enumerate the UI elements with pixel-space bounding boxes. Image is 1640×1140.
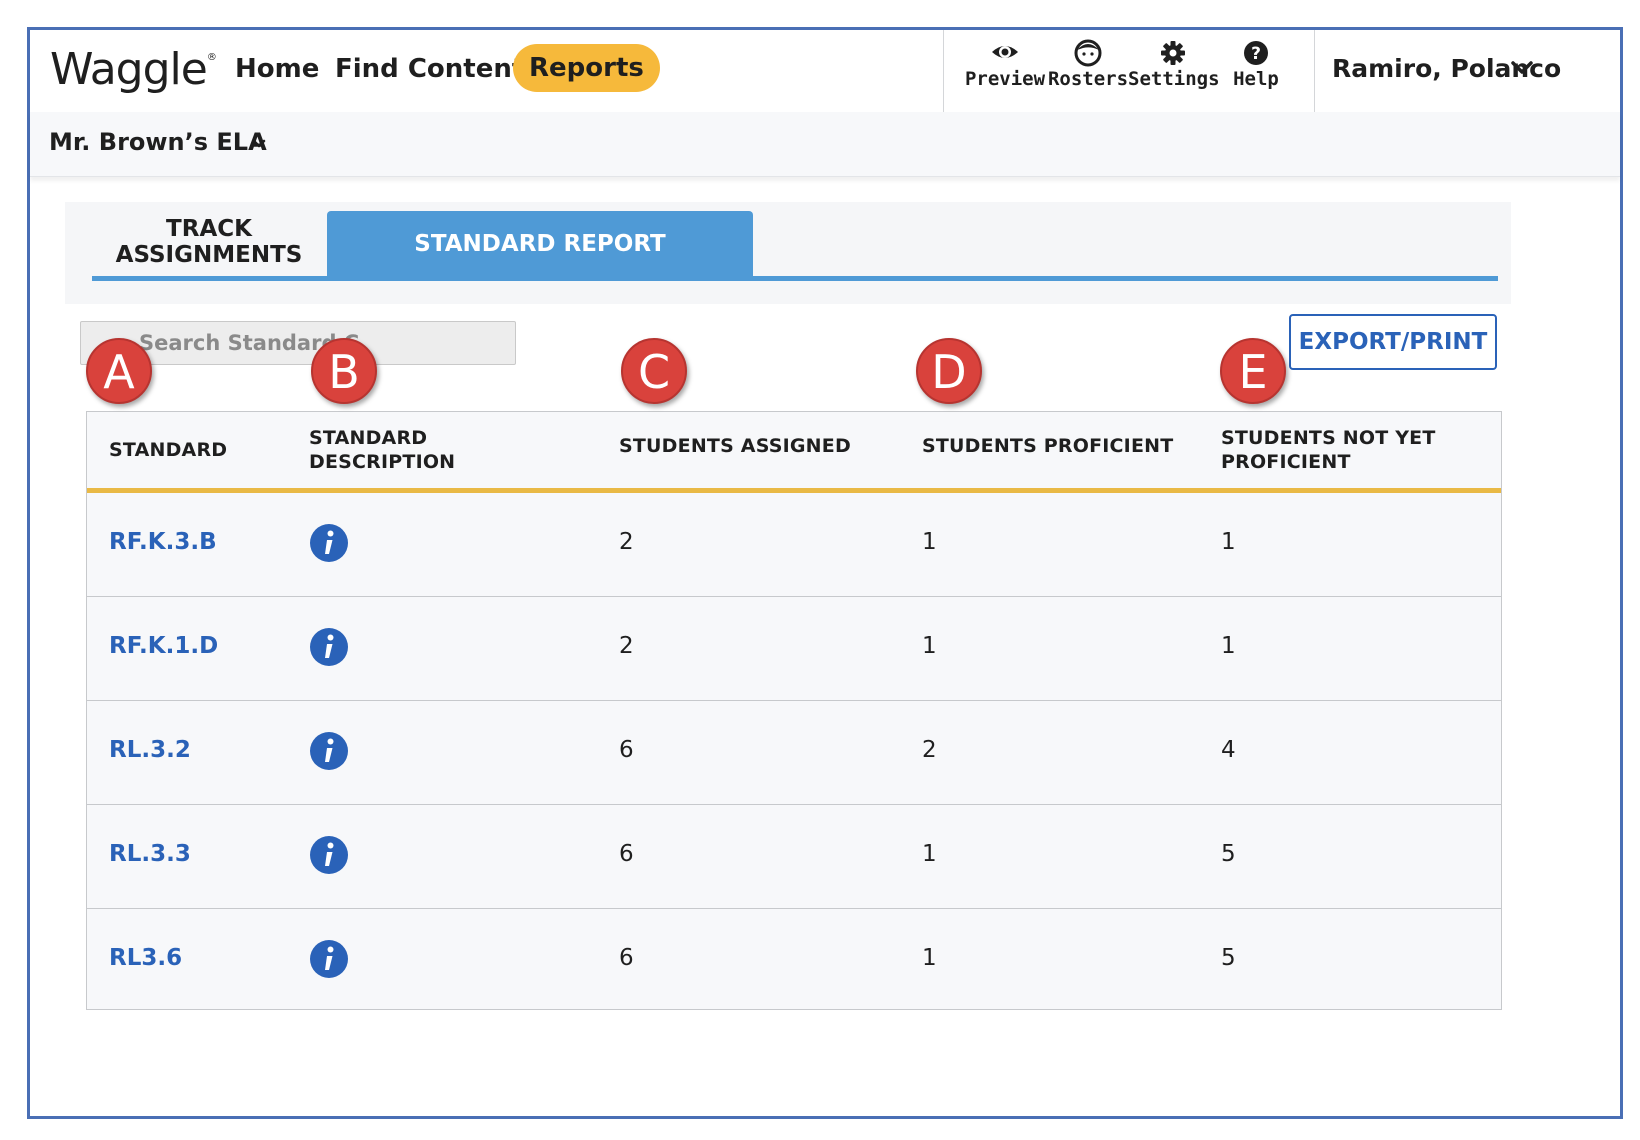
face-icon <box>1043 38 1133 68</box>
standard-link[interactable]: RF.K.3.B <box>109 529 217 555</box>
info-icon[interactable] <box>309 939 349 984</box>
chevron-down-icon[interactable] <box>252 136 266 154</box>
rosters-button[interactable]: Rosters <box>1043 38 1133 90</box>
eye-icon <box>960 38 1050 68</box>
header-line: STANDARD <box>309 427 428 449</box>
students-not-yet-value: 1 <box>1221 633 1236 659</box>
header-students-assigned[interactable]: STUDENTS ASSIGNED <box>619 434 851 458</box>
standard-link[interactable]: RF.K.1.D <box>109 633 218 659</box>
preview-button[interactable]: Preview <box>960 38 1050 90</box>
toolbar: Preview Rosters Settings ? Help <box>943 30 1315 112</box>
tab-track-assignments[interactable]: TRACK ASSIGNMENTS <box>93 216 325 268</box>
class-selector[interactable]: Mr. Brown’s ELA <box>49 128 267 156</box>
svg-text:?: ? <box>1251 44 1261 64</box>
tab-label-line2: ASSIGNMENTS <box>115 242 303 268</box>
students-proficient-value: 2 <box>922 737 937 763</box>
app-frame: Waggle® Home Find Content Reports Previe… <box>27 27 1623 1119</box>
header-line: DESCRIPTION <box>309 451 456 473</box>
header-standard[interactable]: STANDARD <box>109 438 227 462</box>
nav-find-content[interactable]: Find Content <box>335 54 524 84</box>
waggle-logo[interactable]: Waggle® <box>50 44 217 95</box>
class-bar: Mr. Brown’s ELA <box>30 112 1620 177</box>
help-icon: ? <box>1211 38 1301 68</box>
info-icon[interactable] <box>309 523 349 568</box>
preview-label: Preview <box>964 68 1046 90</box>
report-tabs: TRACK ASSIGNMENTS STANDARD REPORT <box>65 202 1511 304</box>
callout-d: D <box>916 338 982 404</box>
standard-link[interactable]: RL.3.2 <box>109 737 191 763</box>
standard-link[interactable]: RL3.6 <box>109 945 182 971</box>
students-assigned-value: 2 <box>619 633 634 659</box>
students-assigned-value: 6 <box>619 945 634 971</box>
settings-label: Settings <box>1128 68 1220 90</box>
students-proficient-value: 1 <box>922 945 937 971</box>
tab-label-line1: TRACK <box>166 216 252 242</box>
standard-link[interactable]: RL.3.3 <box>109 841 191 867</box>
export-print-button[interactable]: EXPORT/PRINT <box>1289 314 1497 370</box>
tab-standard-report[interactable]: STANDARD REPORT <box>327 211 753 279</box>
settings-button[interactable]: Settings <box>1128 38 1220 90</box>
rosters-label: Rosters <box>1047 68 1129 90</box>
callout-b: B <box>311 338 377 404</box>
help-button[interactable]: ? Help <box>1211 38 1301 90</box>
table-row: RL3.6 6 1 5 <box>87 909 1501 1012</box>
students-assigned-value: 6 <box>619 737 634 763</box>
students-assigned-value: 6 <box>619 841 634 867</box>
nav-reports[interactable]: Reports <box>513 44 660 92</box>
standards-table: STANDARD STANDARD DESCRIPTION STUDENTS A… <box>86 411 1502 1010</box>
students-not-yet-value: 5 <box>1221 945 1236 971</box>
students-proficient-value: 1 <box>922 633 937 659</box>
table-row: RL.3.3 6 1 5 <box>87 805 1501 909</box>
table-row: RL.3.2 6 2 4 <box>87 701 1501 805</box>
callout-c: C <box>621 338 687 404</box>
students-not-yet-value: 4 <box>1221 737 1236 763</box>
students-not-yet-value: 5 <box>1221 841 1236 867</box>
callout-a: A <box>86 338 152 404</box>
students-proficient-value: 1 <box>922 529 937 555</box>
header-students-proficient[interactable]: STUDENTS PROFICIENT <box>922 434 1173 458</box>
header-standard-description: STANDARD DESCRIPTION <box>309 426 455 474</box>
students-assigned-value: 2 <box>619 529 634 555</box>
tab-underline <box>92 276 1498 281</box>
table-row: RF.K.1.D 2 1 1 <box>87 597 1501 701</box>
header-line: PROFICIENT <box>1221 451 1351 473</box>
table-row: RF.K.3.B 2 1 1 <box>87 493 1501 597</box>
table-header: STANDARD STANDARD DESCRIPTION STUDENTS A… <box>87 412 1501 493</box>
info-icon[interactable] <box>309 731 349 776</box>
nav-home[interactable]: Home <box>235 54 319 84</box>
info-icon[interactable] <box>309 627 349 672</box>
callout-e: E <box>1220 338 1286 404</box>
chevron-down-icon[interactable] <box>1510 60 1534 81</box>
students-not-yet-value: 1 <box>1221 529 1236 555</box>
gear-icon <box>1128 38 1218 68</box>
header-line: STUDENTS NOT YET <box>1221 427 1436 449</box>
header-students-not-yet-proficient[interactable]: STUDENTS NOT YET PROFICIENT <box>1221 426 1436 474</box>
help-label: Help <box>1233 68 1279 90</box>
info-icon[interactable] <box>309 835 349 880</box>
top-nav: Waggle® Home Find Content Reports Previe… <box>30 30 1620 113</box>
students-proficient-value: 1 <box>922 841 937 867</box>
